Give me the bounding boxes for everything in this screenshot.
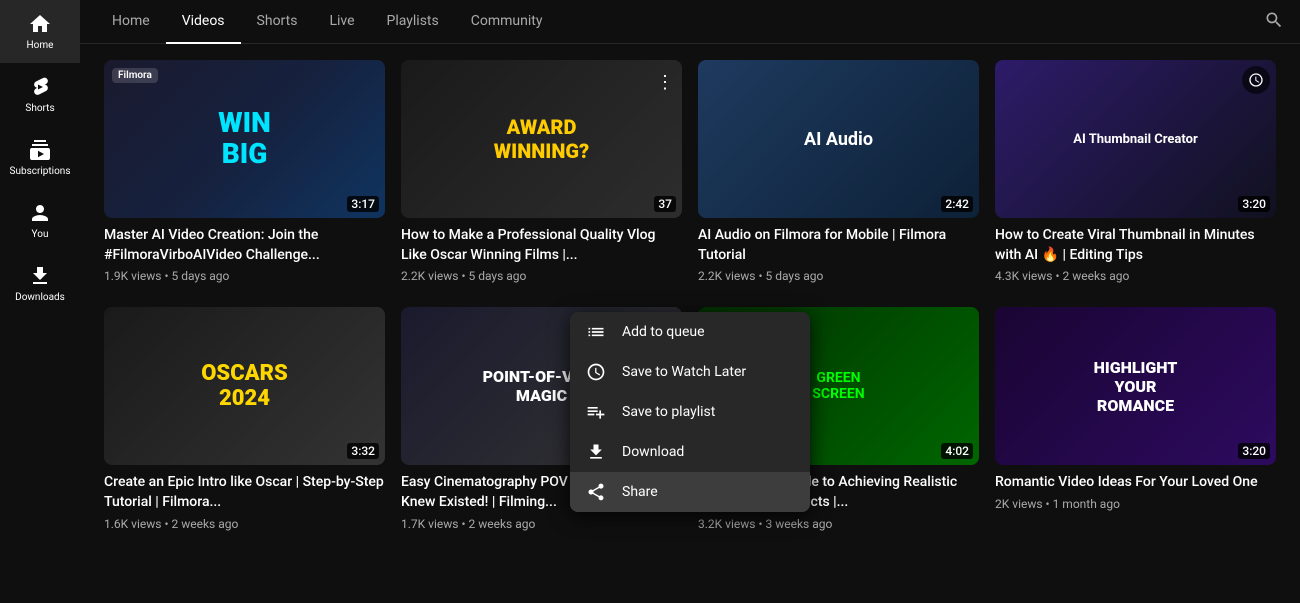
video-info-v8: Romantic Video Ideas For Your Loved One … xyxy=(995,473,1276,511)
thumb-overlay-v5: OSCARS2024 xyxy=(201,361,288,411)
duration-v2: 37 xyxy=(654,196,676,212)
sidebar: Home Shorts Subscriptions You Downloads xyxy=(0,0,80,603)
thumbnail-v1: WINBIG Filmora 3:17 xyxy=(104,60,385,218)
video-info-v5: Create an Epic Intro like Oscar | Step-b… xyxy=(104,473,385,530)
video-meta-v2: 2.2K views • 5 days ago xyxy=(401,269,682,283)
video-row-1: WINBIG Filmora 3:17 Master AI Video Crea… xyxy=(104,60,1276,283)
duration-v8: 3:20 xyxy=(1238,443,1270,459)
watch-later-label: Save to Watch Later xyxy=(622,364,746,380)
sidebar-item-shorts-label: Shorts xyxy=(25,103,54,114)
playlist-label: Save to playlist xyxy=(622,404,715,420)
thumb-overlay-v3: AI Audio xyxy=(804,129,873,150)
video-card-v1[interactable]: WINBIG Filmora 3:17 Master AI Video Crea… xyxy=(104,60,385,283)
thumbnail-v3: AI Audio 2:42 xyxy=(698,60,979,218)
tab-playlists[interactable]: Playlists xyxy=(371,0,455,44)
thumb-overlay-v1: WINBIG xyxy=(218,108,270,170)
duration-v1: 3:17 xyxy=(347,196,379,212)
sidebar-item-you-label: You xyxy=(32,229,49,240)
video-card-v2[interactable]: AWARDWINNING? 37 ⋮ How to Make a Profess… xyxy=(401,60,682,283)
video-meta-v1: 1.9K views • 5 days ago xyxy=(104,269,385,283)
subscriptions-icon xyxy=(28,138,52,162)
share-label: Share xyxy=(622,484,658,500)
tab-community[interactable]: Community xyxy=(455,0,559,44)
video-grid: WINBIG Filmora 3:17 Master AI Video Crea… xyxy=(80,44,1300,603)
sidebar-item-downloads[interactable]: Downloads xyxy=(0,252,80,315)
filmora-badge-v1: Filmora xyxy=(112,68,158,83)
video-meta-v3: 2.2K views • 5 days ago xyxy=(698,269,979,283)
video-meta-v4: 4.3K views • 2 weeks ago xyxy=(995,269,1276,283)
download-icon xyxy=(586,442,606,462)
video-info-v4: How to Create Viral Thumbnail in Minutes… xyxy=(995,226,1276,283)
sidebar-item-you[interactable]: You xyxy=(0,189,80,252)
sidebar-item-home[interactable]: Home xyxy=(0,0,80,63)
video-meta-v5: 1.6K views • 2 weeks ago xyxy=(104,517,385,531)
you-icon xyxy=(28,201,52,225)
main-content: Home Videos Shorts Live Playlists Commun… xyxy=(80,0,1300,603)
sidebar-item-home-label: Home xyxy=(27,40,54,51)
thumbnail-v2: AWARDWINNING? 37 xyxy=(401,60,682,218)
menu-item-download[interactable]: Download xyxy=(570,432,810,472)
sidebar-item-subscriptions[interactable]: Subscriptions xyxy=(0,126,80,189)
sidebar-item-downloads-label: Downloads xyxy=(15,292,65,303)
tab-live[interactable]: Live xyxy=(313,0,370,44)
duration-v4: 3:20 xyxy=(1238,196,1270,212)
video-title-v1: Master AI Video Creation: Join the #Film… xyxy=(104,226,385,265)
tab-videos[interactable]: Videos xyxy=(166,0,241,44)
sidebar-item-subscriptions-label: Subscriptions xyxy=(10,166,71,177)
video-meta-v6: 1.7K views • 2 weeks ago xyxy=(401,517,682,531)
duration-v7: 4:02 xyxy=(941,443,973,459)
video-title-v2: How to Make a Professional Quality Vlog … xyxy=(401,226,682,265)
thumb-overlay-v8: HIGHLIGHTYOURROMANCE xyxy=(1094,358,1178,415)
queue-label: Add to queue xyxy=(622,324,705,340)
shorts-icon xyxy=(28,75,52,99)
watch-later-icon xyxy=(586,362,606,382)
duration-v3: 2:42 xyxy=(941,196,973,212)
share-icon xyxy=(586,482,606,502)
video-title-v3: AI Audio on Filmora for Mobile | Filmora… xyxy=(698,226,979,265)
sidebar-item-shorts[interactable]: Shorts xyxy=(0,63,80,126)
clock-icon-v4 xyxy=(1242,66,1270,94)
video-title-v4: How to Create Viral Thumbnail in Minutes… xyxy=(995,226,1276,265)
playlist-icon xyxy=(586,402,606,422)
menu-item-share[interactable]: Share xyxy=(570,472,810,512)
video-meta-v7: 3.2K views • 3 weeks ago xyxy=(698,517,979,531)
menu-item-watch-later[interactable]: Save to Watch Later xyxy=(570,352,810,392)
menu-item-queue[interactable]: Add to queue xyxy=(570,312,810,352)
video-info-v1: Master AI Video Creation: Join the #Film… xyxy=(104,226,385,283)
thumb-overlay-v2: AWARDWINNING? xyxy=(494,115,589,163)
video-meta-v8: 2K views • 1 month ago xyxy=(995,497,1276,511)
video-card-v5[interactable]: OSCARS2024 3:32 Create an Epic Intro lik… xyxy=(104,307,385,530)
thumb-overlay-v4: AI Thumbnail Creator xyxy=(1073,132,1197,147)
more-options-button-v2[interactable]: ⋮ xyxy=(652,68,678,97)
thumbnail-v5: OSCARS2024 3:32 xyxy=(104,307,385,465)
downloads-icon xyxy=(28,264,52,288)
video-card-v8[interactable]: HIGHLIGHTYOURROMANCE 3:20 Romantic Video… xyxy=(995,307,1276,530)
video-card-v4[interactable]: AI Thumbnail Creator 3:20 How to Create … xyxy=(995,60,1276,283)
video-title-v8: Romantic Video Ideas For Your Loved One xyxy=(995,473,1276,493)
search-icon[interactable] xyxy=(1264,10,1284,34)
thumb-overlay-v7: GREENSCREEN xyxy=(812,370,864,402)
video-title-v5: Create an Epic Intro like Oscar | Step-b… xyxy=(104,473,385,512)
channel-tabs: Home Videos Shorts Live Playlists Commun… xyxy=(80,0,1300,44)
home-icon xyxy=(28,12,52,36)
thumbnail-v4: AI Thumbnail Creator 3:20 xyxy=(995,60,1276,218)
video-info-v3: AI Audio on Filmora for Mobile | Filmora… xyxy=(698,226,979,283)
tab-home[interactable]: Home xyxy=(96,0,166,44)
video-card-v3[interactable]: AI Audio 2:42 AI Audio on Filmora for Mo… xyxy=(698,60,979,283)
queue-icon xyxy=(586,322,606,342)
menu-item-playlist[interactable]: Save to playlist xyxy=(570,392,810,432)
thumbnail-v8: HIGHLIGHTYOURROMANCE 3:20 xyxy=(995,307,1276,465)
context-menu: Add to queue Save to Watch Later Save to… xyxy=(570,312,810,512)
video-info-v2: How to Make a Professional Quality Vlog … xyxy=(401,226,682,283)
tab-shorts[interactable]: Shorts xyxy=(241,0,314,44)
download-label: Download xyxy=(622,444,684,460)
duration-v5: 3:32 xyxy=(347,443,379,459)
